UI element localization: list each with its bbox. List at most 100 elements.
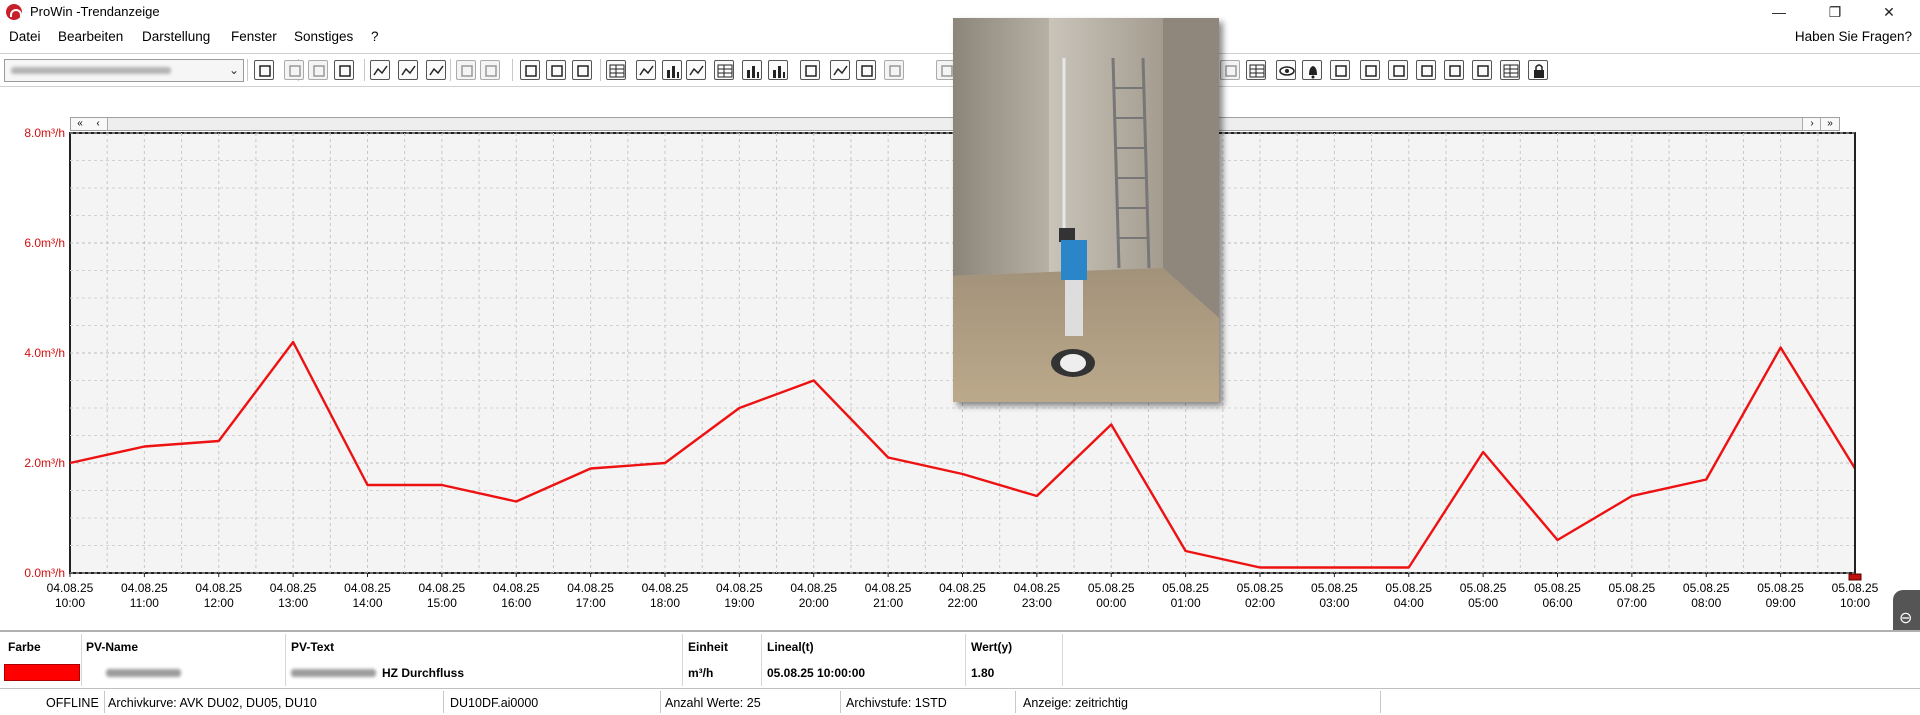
menu-bearbeiten[interactable]: Bearbeiten [58,29,123,44]
bars-icon[interactable] [768,60,788,80]
hand-icon[interactable] [1416,60,1436,80]
fit-icon[interactable] [800,60,820,80]
eye-icon[interactable] [1276,60,1296,80]
edit-icon[interactable] [1472,60,1492,80]
zoom-area-icon[interactable] [856,60,876,80]
paste-dim-icon[interactable] [480,60,500,80]
scroll-left-icon[interactable]: ‹ [89,118,108,130]
x-tick-date: 04.08.25 [790,581,837,595]
image-icon[interactable] [1360,60,1380,80]
copy-icon[interactable] [308,60,328,80]
x-tick-date: 05.08.25 [1385,581,1432,595]
x-tick-time: 12:00 [204,596,234,610]
x-tick-date: 05.08.25 [1237,581,1284,595]
x-tick-time: 23:00 [1022,596,1052,610]
pv-legend-table: Farbe PV-Name PV-Text Einheit Lineal(t) … [0,630,1920,688]
header-einheit: Einheit [688,640,728,654]
prowin-app-icon [6,4,22,20]
arrow-icon[interactable] [1220,60,1240,80]
antenna-icon[interactable] [1444,60,1464,80]
header-wert: Wert(y) [971,640,1012,654]
x-tick-time: 10:00 [55,596,85,610]
x-tick-date: 04.08.25 [865,581,912,595]
x-tick-time: 17:00 [576,596,606,610]
grid-icon[interactable] [714,60,734,80]
header-lineal: Lineal(t) [767,640,814,654]
bar-icon[interactable] [662,60,682,80]
curve-selector-dropdown[interactable]: ⌄ [4,59,244,82]
zoom-curve-icon[interactable] [830,60,850,80]
windows-icon[interactable] [884,60,904,80]
y-tick-label: 8.0m³/h [24,126,65,140]
y-tick-label: 6.0m³/h [24,236,65,250]
header-farbe: Farbe [8,640,41,654]
lock-icon[interactable] [1528,60,1548,80]
status-mode: OFFLINE [46,696,99,710]
x-tick-date: 05.08.25 [1683,581,1730,595]
x-tick-time: 09:00 [1766,596,1796,610]
print-preview-icon[interactable] [572,60,592,80]
x-tick-date: 04.08.25 [47,581,94,595]
menu-help[interactable]: ? [371,29,379,44]
x-tick-time: 20:00 [799,596,829,610]
bell-icon[interactable] [1302,60,1322,80]
trend-icon[interactable] [370,60,390,80]
x-tick-date: 05.08.25 [1832,581,1879,595]
restore-button[interactable]: ❐ [1812,0,1858,24]
close-button[interactable]: ✕ [1866,0,1912,24]
trend-fill-icon[interactable] [426,60,446,80]
x-tick-time: 16:00 [501,596,531,610]
x-tick-date: 04.08.25 [121,581,168,595]
print-icon[interactable] [546,60,566,80]
series-color-swatch[interactable] [4,664,80,681]
wave-icon[interactable] [686,60,706,80]
status-value-count: Anzahl Werte: 25 [665,696,761,710]
cut-icon[interactable] [284,60,304,80]
x-tick-date: 05.08.25 [1311,581,1358,595]
menu-datei[interactable]: Datei [9,29,41,44]
x-tick-time: 10:00 [1840,596,1870,610]
x-tick-time: 21:00 [873,596,903,610]
refresh-icon[interactable] [254,60,274,80]
copy-dim-icon[interactable] [456,60,476,80]
scroll-start-icon[interactable]: « [71,118,90,130]
x-tick-time: 06:00 [1542,596,1572,610]
x-tick-date: 05.08.25 [1534,581,1581,595]
x-tick-time: 07:00 [1617,596,1647,610]
x-tick-date: 04.08.25 [195,581,242,595]
ruler-handle [1849,574,1861,580]
x-tick-date: 04.08.25 [939,581,986,595]
list-icon[interactable] [1246,60,1266,80]
database-icon[interactable] [1388,60,1408,80]
scroll-end-icon[interactable]: » [1820,118,1839,130]
scroll-right-icon[interactable]: › [1802,118,1821,130]
help-prompt-link[interactable]: Haben Sie Fragen? [1795,29,1912,44]
trend-area-icon[interactable] [398,60,418,80]
x-tick-time: 19:00 [724,596,754,610]
pv-name-redacted [106,669,181,677]
y-tick-label: 4.0m³/h [24,346,65,360]
x-tick-time: 15:00 [427,596,457,610]
x-tick-time: 05:00 [1468,596,1498,610]
columns-icon[interactable] [742,60,762,80]
x-tick-time: 04:00 [1394,596,1424,610]
save-icon[interactable] [520,60,540,80]
x-tick-date: 04.08.25 [1014,581,1061,595]
x-tick-time: 03:00 [1319,596,1349,610]
minimize-button[interactable]: — [1756,0,1802,24]
x-tick-date: 04.08.25 [344,581,391,595]
ruler-time-value: 05.08.25 10:00:00 [767,666,865,680]
table-icon[interactable] [606,60,626,80]
menu-darstellung[interactable]: Darstellung [142,29,210,44]
status-archive-stage: Archivstufe: 1STD [846,696,947,710]
ruler-y-value: 1.80 [971,666,994,680]
x-tick-date: 05.08.25 [1460,581,1507,595]
paste-icon[interactable] [334,60,354,80]
menu-sonstiges[interactable]: Sonstiges [294,29,353,44]
network-icon[interactable] [1330,60,1350,80]
curve-icon[interactable] [636,60,656,80]
calendar-icon[interactable] [1500,60,1520,80]
x-tick-date: 05.08.25 [1757,581,1804,595]
chevron-down-icon[interactable]: ⌄ [229,63,239,77]
menu-fenster[interactable]: Fenster [231,29,277,44]
